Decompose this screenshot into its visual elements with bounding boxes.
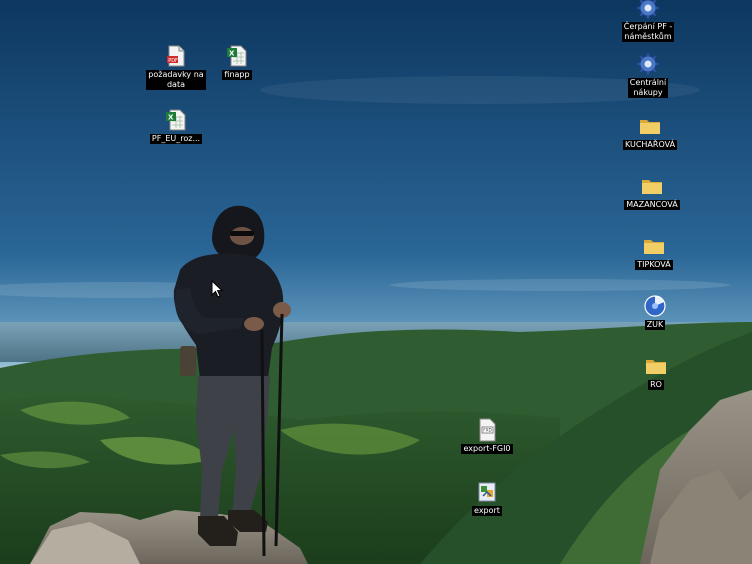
desktop-icon-ro[interactable]: RO bbox=[616, 354, 696, 390]
folder-icon bbox=[640, 120, 660, 134]
excel-file-icon: X bbox=[227, 45, 247, 67]
icon-label: TIPKOVÁ bbox=[635, 260, 673, 270]
desktop-icon-export-fgi0[interactable]: FXD export-FGI0 bbox=[447, 418, 527, 454]
excel-file-icon: X bbox=[166, 109, 186, 131]
desktop-icon-tipkova[interactable]: TIPKOVÁ bbox=[614, 234, 694, 270]
icon-label: export bbox=[472, 506, 502, 516]
icon-label: MAZANCOVÁ bbox=[624, 200, 680, 210]
icon-label: Centrální nákupy bbox=[627, 78, 669, 98]
desktop-icon-centralni-nakupy[interactable]: Centrální nákupy bbox=[608, 52, 688, 98]
folder-icon bbox=[644, 240, 664, 254]
blue-disk-icon bbox=[644, 295, 666, 317]
desktop-icon-zuk[interactable]: ZUK bbox=[615, 294, 695, 330]
desktop-icon-export[interactable]: export bbox=[447, 480, 527, 516]
icon-label: finapp bbox=[222, 70, 252, 80]
fxd-file-icon: FXD bbox=[479, 418, 496, 442]
folder-icon bbox=[642, 180, 662, 194]
desktop-icon-mazancova[interactable]: MAZANCOVÁ bbox=[612, 174, 692, 210]
pdf-document-icon: PDF bbox=[167, 45, 185, 67]
icon-label: KUCHAŘOVÁ bbox=[622, 140, 678, 150]
desktop-icon-cerpani-pf[interactable]: Čerpání PF - náměstkům bbox=[608, 0, 688, 42]
desktop-icon-pf-eu[interactable]: X PF_EU_roz... bbox=[136, 108, 216, 144]
mouse-cursor-icon bbox=[211, 280, 223, 298]
desktop-icon-kucharova[interactable]: KUCHAŘOVÁ bbox=[610, 114, 690, 150]
icon-label: ZUK bbox=[644, 320, 666, 330]
svg-text:PDF: PDF bbox=[168, 58, 178, 64]
desktop[interactable]: PDF požadavky na data X finapp X PF_EU_r… bbox=[0, 0, 752, 564]
shortcut-gear-icon bbox=[637, 0, 659, 19]
svg-text:X: X bbox=[229, 50, 235, 58]
icon-label: RO bbox=[648, 380, 664, 390]
export-app-icon bbox=[478, 482, 496, 502]
svg-text:X: X bbox=[168, 114, 174, 122]
svg-text:FXD: FXD bbox=[483, 428, 492, 433]
shortcut-gear-icon bbox=[637, 53, 659, 75]
folder-icon bbox=[646, 360, 666, 374]
icon-label: export-FGI0 bbox=[461, 444, 513, 454]
icon-label: PF_EU_roz... bbox=[149, 134, 203, 144]
desktop-icon-finapp[interactable]: X finapp bbox=[197, 44, 277, 80]
icon-label: Čerpání PF - náměstkům bbox=[621, 22, 675, 42]
